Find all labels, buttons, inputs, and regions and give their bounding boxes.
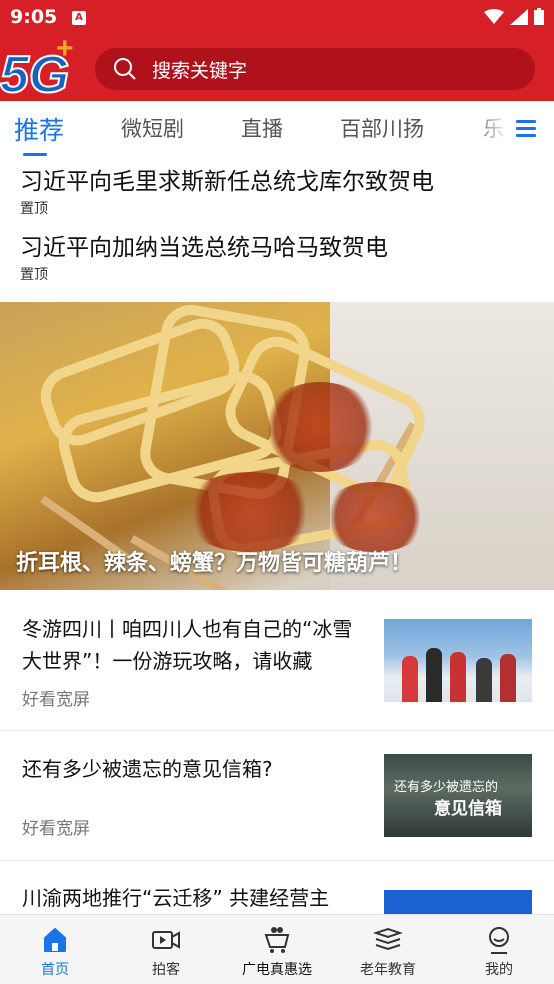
news-item[interactable]: 还有多少被遗忘的意见信箱? 好看宽屏 还有多少被遗忘的 意见信箱 [0, 731, 554, 861]
status-icons [484, 8, 544, 25]
category-tabs: 推荐 微短剧 直播 百部川扬 乐 [0, 101, 554, 157]
news-thumbnail [384, 619, 532, 702]
news-source: 好看宽屏 [22, 819, 90, 839]
pinned-tag: 置顶 [20, 267, 48, 283]
news-title: 冬游四川丨咱四川人也有自己的“冰雪大世界”！一份游玩攻略，请收藏 [22, 617, 353, 673]
search-icon [114, 58, 136, 80]
active-tab-indicator [23, 153, 47, 156]
news-title: 川渝两地推行“云迁移” 共建经营主 [22, 886, 330, 910]
profile-icon [489, 927, 509, 954]
hero-banner[interactable]: 折耳根、辣条、螃蟹？万物皆可糖葫芦！ [0, 302, 554, 590]
pinned-title: 习近平向加纳当选总统马哈马致贺电 [20, 235, 388, 261]
nav-guangdian-shop[interactable]: 广电真惠选 [222, 915, 332, 984]
bottom-navigation: 首页 拍客 广电真惠选 老年教育 我的 [0, 914, 554, 984]
app-logo[interactable]: 5G + [0, 32, 80, 105]
thumbnail-text: 还有多少被遗忘的 [394, 780, 499, 795]
nav-paike[interactable]: 拍客 [111, 915, 221, 984]
menu-icon[interactable] [516, 120, 536, 138]
tab-live[interactable]: 直播 [241, 113, 283, 143]
shopping-cart-icon [264, 927, 290, 953]
news-thumbnail: 还有多少被遗忘的 意见信箱 [384, 754, 532, 837]
pinned-tag: 置顶 [20, 201, 48, 217]
signal-icon [510, 8, 528, 25]
nav-mine[interactable]: 我的 [444, 915, 554, 984]
nav-label: 我的 [485, 962, 513, 978]
nav-label: 广电真惠选 [242, 962, 312, 978]
search-placeholder: 搜索关键字 [152, 60, 248, 82]
news-source: 好看宽屏 [22, 690, 90, 710]
hero-caption: 折耳根、辣条、螃蟹？万物皆可糖葫芦！ [16, 551, 413, 576]
nav-label: 首页 [41, 962, 69, 978]
tab-micro-drama[interactable]: 微短剧 [121, 113, 184, 143]
battery-icon [534, 8, 544, 25]
tab-fade [470, 101, 510, 157]
nav-home[interactable]: 首页 [0, 915, 110, 984]
news-title: 还有多少被遗忘的意见信箱? [22, 757, 273, 781]
tab-baibu-chuanyang[interactable]: 百部川扬 [340, 113, 424, 143]
home-icon [44, 928, 66, 952]
status-time: 9:05 [10, 6, 58, 28]
logo-5g-icon: 5G + [0, 32, 74, 105]
spice-shape [320, 482, 430, 552]
nav-elder-education[interactable]: 老年教育 [333, 915, 443, 984]
notification-badge: A [72, 11, 86, 25]
books-icon [373, 927, 403, 951]
news-item[interactable]: 冬游四川丨咱四川人也有自己的“冰雪大世界”！一份游玩攻略，请收藏 好看宽屏 [0, 590, 554, 731]
news-thumbnail [384, 890, 532, 914]
nav-label: 拍客 [152, 962, 180, 978]
search-bar[interactable]: 搜索关键字 [95, 48, 535, 90]
spice-shape [260, 382, 380, 472]
wifi-icon [484, 8, 504, 24]
pinned-item[interactable]: 习近平向加纳当选总统马哈马致贺电 置顶 [20, 228, 388, 284]
thumbnail-text: 意见信箱 [434, 799, 502, 819]
nav-label: 老年教育 [360, 962, 416, 978]
app-header: 9:05 A 5G + 搜索关键字 [0, 0, 554, 105]
news-item[interactable]: 川渝两地推行“云迁移” 共建经营主 [0, 861, 554, 914]
pinned-item[interactable]: 习近平向毛里求斯新任总统戈库尔致贺电 置顶 [20, 162, 434, 218]
video-icon [152, 931, 180, 949]
spice-shape [180, 472, 320, 552]
tab-recommend[interactable]: 推荐 [14, 111, 64, 147]
status-bar: 9:05 A [0, 0, 554, 36]
svg-text:+: + [56, 36, 74, 65]
pinned-title: 习近平向毛里求斯新任总统戈库尔致贺电 [20, 169, 434, 195]
